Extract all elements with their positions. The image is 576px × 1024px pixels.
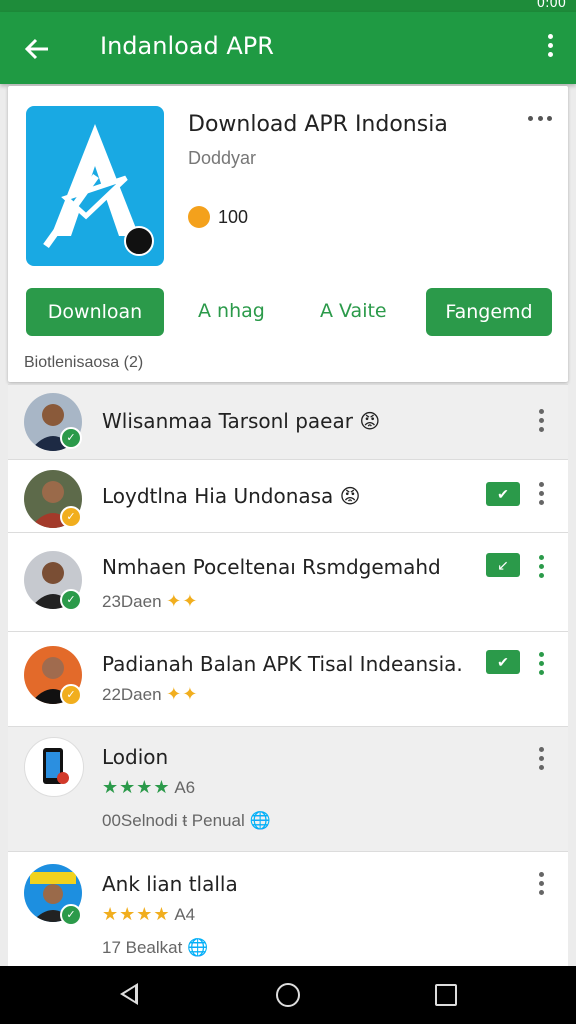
verified-icon: ✓ xyxy=(60,427,82,449)
app-title: Download APR Indonsia xyxy=(188,112,448,137)
system-nav-bar xyxy=(0,966,576,1024)
card-footer: Biotlenisaosa (2) xyxy=(24,354,144,371)
list-item[interactable]: ✓ Loydtlna Hia Undonasa 😡 ✔ xyxy=(8,459,568,532)
list-item[interactable]: ✓ Wlisanmaa Tarsonl paear 😡 xyxy=(8,384,568,459)
more-vert-icon[interactable] xyxy=(536,872,546,898)
list-item[interactable]: ✓ Padianah Balan APK Tisal Indeansia. 22… xyxy=(8,631,568,726)
more-vert-icon[interactable] xyxy=(536,652,546,678)
list-item-title: Ank lian tlalla xyxy=(102,872,238,896)
list-item-subtitle: 22Daen ✦✦ xyxy=(102,684,199,704)
list-item-subtitle: 23Daen ✦✦ xyxy=(102,591,199,611)
coin-icon xyxy=(188,206,210,228)
list-item[interactable]: Lodion ★★★★ A6 00Selnodi ŧ Penual 🌐 xyxy=(8,726,568,851)
app-developer[interactable]: Doddyar xyxy=(188,148,256,169)
more-vert-icon[interactable] xyxy=(536,409,546,435)
manage-button[interactable]: A nhag xyxy=(198,300,265,322)
more-vert-icon[interactable] xyxy=(536,482,546,508)
more-vert-icon[interactable] xyxy=(544,34,556,64)
page-title: Indanload APR xyxy=(100,32,274,60)
coin-count: 100 xyxy=(218,207,249,227)
value-button[interactable]: A Vaite xyxy=(320,300,387,322)
app-badge-icon xyxy=(124,226,154,256)
arrow-back-icon[interactable] xyxy=(22,34,52,64)
phone-icon xyxy=(24,737,84,797)
app-logo xyxy=(26,106,164,266)
status-time: 0:00 xyxy=(536,0,566,11)
list-item[interactable]: ✓ Nmhaen Poceltenaı Rsmdgemahd 23Daen ✦✦… xyxy=(8,532,568,631)
verified-icon: ✓ xyxy=(60,589,82,611)
list-item[interactable]: ✓ Ank lian tlalla ★★★★ A4 17 Bealkat 🌐 xyxy=(8,851,568,967)
more-vert-icon[interactable] xyxy=(536,747,546,773)
verified-icon: ✓ xyxy=(60,904,82,926)
more-vert-icon[interactable] xyxy=(536,555,546,581)
list-item-subtitle: 17 Bealkat 🌐 xyxy=(102,938,209,957)
status-bar: 0:00 xyxy=(0,0,576,12)
download-button[interactable]: Downloan xyxy=(26,288,164,336)
rating-row: ★★★★ A4 xyxy=(102,904,196,924)
installed-icon[interactable]: ↙ xyxy=(486,553,520,577)
verified-icon: ✓ xyxy=(60,506,82,528)
engage-button[interactable]: Fangemd xyxy=(426,288,552,336)
installed-icon[interactable]: ✔ xyxy=(486,650,520,674)
nav-home-icon[interactable] xyxy=(276,983,300,1007)
list-item-title: Wlisanmaa Tarsonl paear 😡 xyxy=(102,409,381,433)
nav-back-icon[interactable] xyxy=(120,983,138,1005)
nav-recents-icon[interactable] xyxy=(435,984,457,1006)
app-more-icon[interactable] xyxy=(528,116,552,124)
list-item-title: Padianah Balan APK Tisal Indeansia. xyxy=(102,652,463,676)
installed-icon[interactable]: ✔ xyxy=(486,482,520,506)
list-item-title: Nmhaen Poceltenaı Rsmdgemahd xyxy=(102,555,441,579)
list-item-subtitle: 00Selnodi ŧ Penual 🌐 xyxy=(102,811,271,830)
app-bar: Indanload APR xyxy=(0,12,576,84)
rating-row: ★★★★ A6 xyxy=(102,777,196,797)
app-detail-card: Download APR Indonsia Doddyar 100 Downlo… xyxy=(8,86,568,382)
verified-icon: ✓ xyxy=(60,684,82,706)
list-item-title: Lodion xyxy=(102,745,169,769)
list-item-title: Loydtlna Hia Undonasa 😡 xyxy=(102,484,361,508)
